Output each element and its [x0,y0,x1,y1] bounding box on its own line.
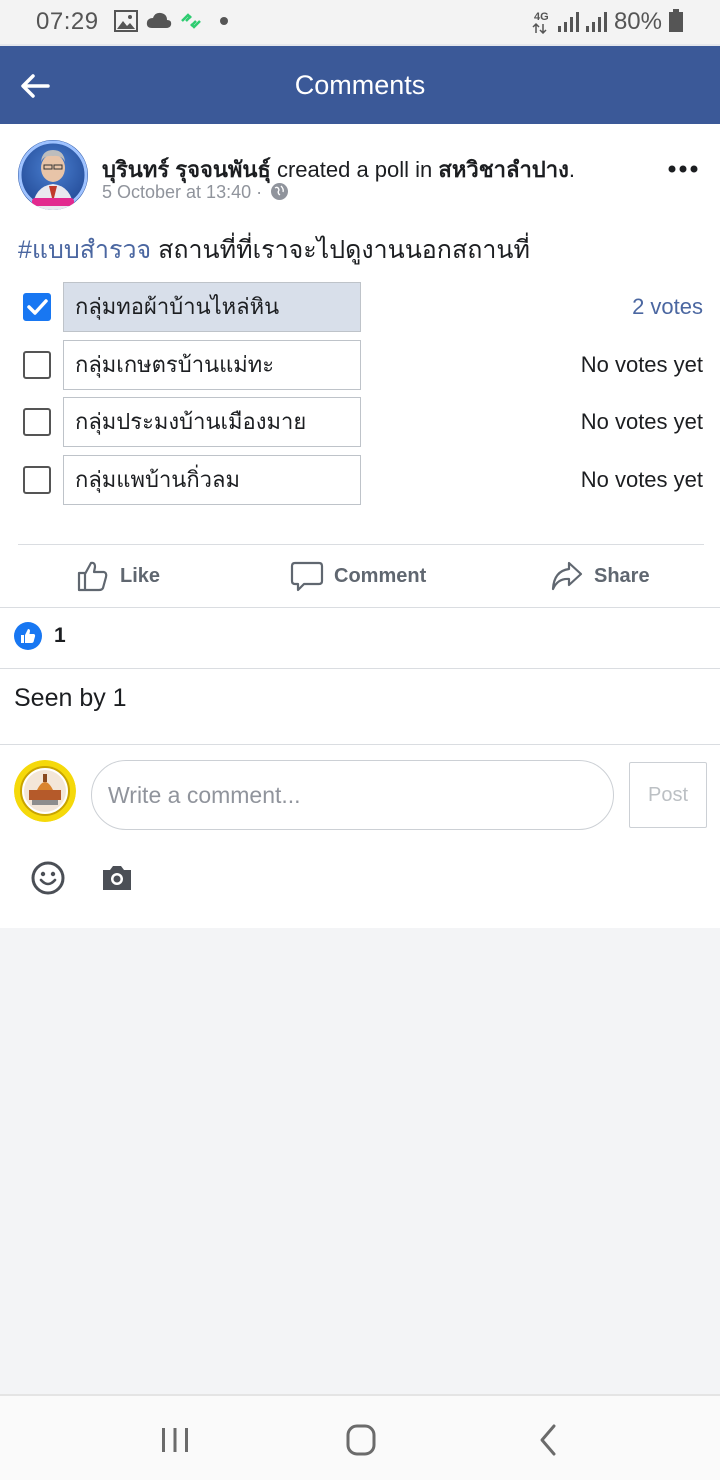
divider [0,607,720,608]
poll-option[interactable]: กลุ่มแพบ้านกิ่วลม No votes yet [0,455,720,505]
author-avatar[interactable] [18,140,88,210]
share-label: Share [594,564,650,587]
divider [18,544,704,545]
like-label: Like [120,564,161,587]
battery-percentage: 80% [613,8,662,35]
poll-checkbox[interactable] [23,466,51,494]
poll-checkbox[interactable] [23,408,51,436]
thumbs-up-icon [77,561,108,592]
comment-input[interactable] [91,760,614,830]
group-suffix: . [568,157,575,182]
poll-option-label[interactable]: กลุ่มประมงบ้านเมืองมาย [63,397,361,447]
poll-checkbox-checked[interactable] [23,293,51,321]
network-label: 4G [534,11,549,23]
network-type-icon: 4G [532,11,549,34]
group-name[interactable]: สหวิชาลำปาง [438,157,568,182]
reaction-count: 1 [54,624,66,647]
author-photo [18,140,88,210]
post-timestamp[interactable]: 5 October at 13:40 · [102,182,267,202]
post-card: บุรินทร์ รุจจนพันธุ์ created a poll in ส… [0,124,720,928]
dot-icon [220,17,228,25]
post-comment-button[interactable]: Post [629,762,707,828]
poll-vote-count: No votes yet [580,467,703,492]
app-header: Comments [0,44,720,124]
image-icon [114,10,138,32]
comment-icon [290,561,324,592]
current-user-avatar [14,760,76,822]
poll-option-label[interactable]: กลุ่มทอผ้าบ้านไหล่หิน [63,282,361,332]
post-meta: 5 October at 13:40 · [102,182,289,203]
poll-vote-count[interactable]: 2 votes [632,282,703,332]
post-text: สถานที่ที่เราจะไปดูงานนอกสถานที่ [151,236,530,264]
signal-icon [586,12,607,32]
poll-option[interactable]: กลุ่มทอผ้าบ้านไหล่หิน 2 votes [0,282,720,332]
poll-checkbox[interactable] [23,351,51,379]
poll-vote-count: No votes yet [580,352,703,377]
more-horizontal-icon[interactable] [668,164,698,174]
poll-vote-count: No votes yet [580,409,703,434]
check-icon [27,299,48,315]
like-button[interactable]: Like [76,558,160,594]
status-time: 07:29 [36,8,99,35]
home-icon[interactable] [341,1422,381,1458]
globe-icon [271,183,289,200]
back-nav-icon[interactable] [528,1422,568,1458]
system-navigation-bar [0,1394,720,1480]
camera-icon[interactable] [100,863,134,893]
seen-by[interactable]: Seen by 1 [14,684,127,713]
share-button[interactable]: Share [550,558,650,594]
like-reaction-icon [14,622,42,650]
poll-option[interactable]: กลุ่มประมงบ้านเมืองมาย No votes yet [0,397,720,447]
poll-option-label[interactable]: กลุ่มแพบ้านกิ่วลม [63,455,361,505]
group-logo [14,760,76,822]
cloud-icon [146,12,172,28]
battery-icon [669,9,683,32]
poll-option[interactable]: กลุ่มเกษตรบ้านแม่ทะ No votes yet [0,340,720,390]
signal-icon [558,12,579,32]
comment-button[interactable]: Comment [290,558,426,594]
sync-icon [181,13,201,29]
hashtag-link[interactable]: #แบบสำรวจ [18,236,151,264]
emoji-icon[interactable] [30,860,66,896]
poll-option-label[interactable]: กลุ่มเกษตรบ้านแม่ทะ [63,340,361,390]
post-action-text: created a poll in [270,157,439,182]
reaction-summary[interactable]: 1 [14,622,66,650]
status-bar: 07:29 4G 80% [0,0,720,44]
divider [0,668,720,669]
comment-label: Comment [334,564,427,587]
author-name[interactable]: บุรินทร์ รุจจนพันธุ์ [102,157,271,182]
post-body: #แบบสำรวจ สถานที่ที่เราจะไปดูงานนอกสถานท… [18,230,530,270]
share-icon [551,561,583,591]
recent-apps-icon[interactable] [155,1422,195,1458]
page-title: Comments [294,70,426,100]
divider [0,744,720,745]
